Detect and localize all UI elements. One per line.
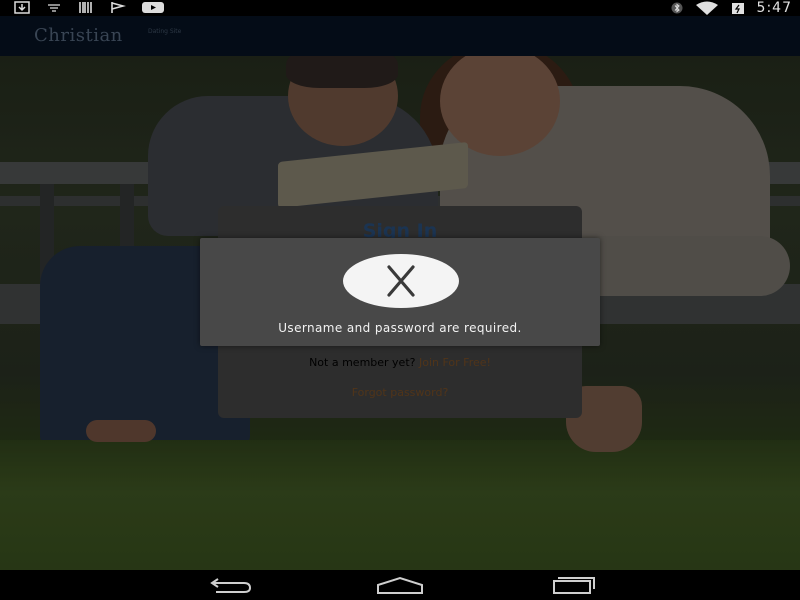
error-dialog[interactable]: Username and password are required.	[200, 238, 600, 346]
home-icon[interactable]	[375, 575, 425, 595]
signal-bars-icon	[48, 4, 60, 12]
battery-icon	[731, 3, 744, 14]
wifi-icon	[695, 1, 718, 15]
error-badge	[343, 254, 459, 308]
error-message: Username and password are required.	[278, 321, 522, 335]
recent-apps-icon[interactable]	[548, 575, 598, 595]
notification-icons	[14, 1, 164, 14]
clock: 5:47	[756, 0, 792, 16]
youtube-icon	[142, 2, 164, 13]
flag-icon	[111, 2, 126, 13]
system-status: 5:47	[671, 0, 792, 16]
barcode-icon	[79, 2, 92, 13]
back-icon[interactable]	[204, 575, 254, 595]
download-icon	[14, 1, 30, 14]
navigation-bar	[0, 570, 800, 600]
bluetooth-icon	[671, 2, 683, 14]
close-icon	[387, 265, 415, 297]
status-bar: 5:47	[0, 0, 800, 16]
